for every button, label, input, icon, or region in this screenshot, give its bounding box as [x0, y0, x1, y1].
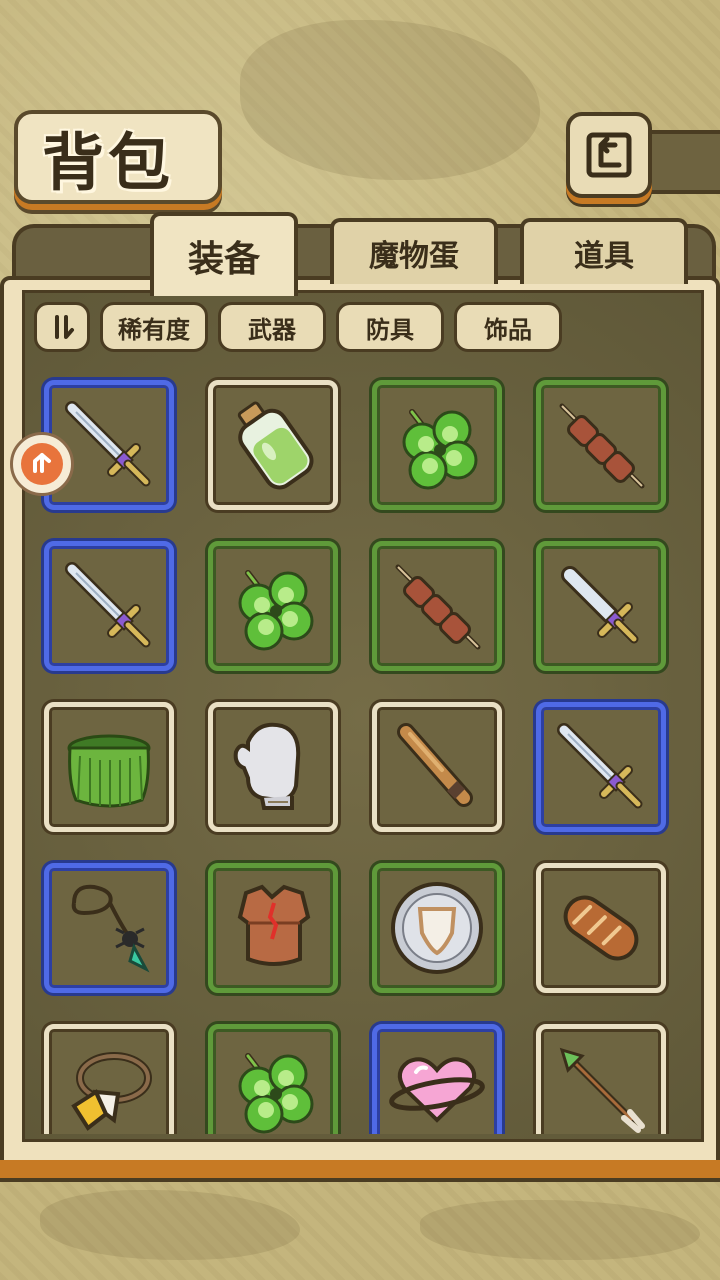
inventory-slot[interactable] [372, 702, 502, 832]
leather-armor-icon [218, 873, 328, 983]
wooden-club-icon [382, 712, 492, 822]
grass-skirt-icon [54, 712, 164, 822]
tab-label: 魔物蛋 [369, 239, 459, 274]
tab-items[interactable]: 道具 [520, 218, 688, 284]
inventory-slot[interactable] [208, 1024, 338, 1134]
filter-weapon-button[interactable]: 武器 [218, 302, 326, 352]
spider-necklace-icon [54, 873, 164, 983]
inventory-slot[interactable] [372, 1024, 502, 1134]
inventory-slot[interactable] [536, 380, 666, 510]
page-title: 背包 [42, 126, 175, 199]
filter-label: 稀有度 [118, 315, 190, 344]
back-button-rail [640, 130, 720, 194]
filter-accessory-button[interactable]: 饰品 [454, 302, 562, 352]
inventory-slot[interactable] [44, 702, 174, 832]
tab-label: 装备 [187, 238, 260, 280]
meat-skewer-icon [382, 551, 492, 661]
sort-toggle-button[interactable] [34, 302, 90, 352]
clover-icon [382, 390, 492, 500]
sword-icon [546, 712, 656, 822]
sword-icon [54, 390, 164, 500]
filter-label: 防具 [366, 315, 414, 344]
shortcut-arrow-icon [33, 453, 51, 473]
clover-icon [218, 1034, 328, 1134]
inventory-slot[interactable] [44, 541, 174, 671]
mitten-icon [218, 712, 328, 822]
inventory-slot[interactable] [536, 863, 666, 993]
inventory-slot[interactable] [536, 541, 666, 671]
item-grid [22, 360, 698, 1134]
filter-rarity-button[interactable]: 稀有度 [100, 302, 208, 352]
inventory-slot[interactable] [536, 1024, 666, 1134]
inventory-slot[interactable] [208, 541, 338, 671]
inventory-slot[interactable] [44, 1024, 174, 1134]
sword-icon [54, 551, 164, 661]
sort-icon [55, 315, 74, 339]
potion-icon [218, 390, 328, 500]
inventory-slot[interactable] [372, 541, 502, 671]
bread-icon [546, 873, 656, 983]
back-button[interactable] [566, 112, 652, 198]
tab-monster-eggs[interactable]: 魔物蛋 [330, 218, 498, 284]
arrow-icon [546, 1034, 656, 1134]
side-shortcut-button[interactable] [10, 432, 74, 496]
clover-icon [218, 551, 328, 661]
meat-skewer-icon [546, 390, 656, 500]
filter-armor-button[interactable]: 防具 [336, 302, 444, 352]
return-icon [586, 132, 632, 178]
filter-label: 饰品 [484, 315, 532, 344]
inventory-slot[interactable] [208, 380, 338, 510]
inventory-slot[interactable] [372, 863, 502, 993]
inventory-slot[interactable] [372, 380, 502, 510]
short-sword-icon [546, 551, 656, 661]
inventory-slot[interactable] [536, 702, 666, 832]
inventory-slot[interactable] [208, 702, 338, 832]
tab-label: 道具 [574, 239, 634, 274]
beak-ring-icon [54, 1034, 164, 1134]
panel-bottom-strip [0, 1160, 720, 1182]
heart-planet-icon [382, 1034, 492, 1134]
inventory-slot[interactable] [208, 863, 338, 993]
round-shield-icon [382, 873, 492, 983]
tab-equipment[interactable]: 装备 [150, 212, 298, 296]
filter-label: 武器 [248, 315, 296, 344]
inventory-slot[interactable] [44, 863, 174, 993]
